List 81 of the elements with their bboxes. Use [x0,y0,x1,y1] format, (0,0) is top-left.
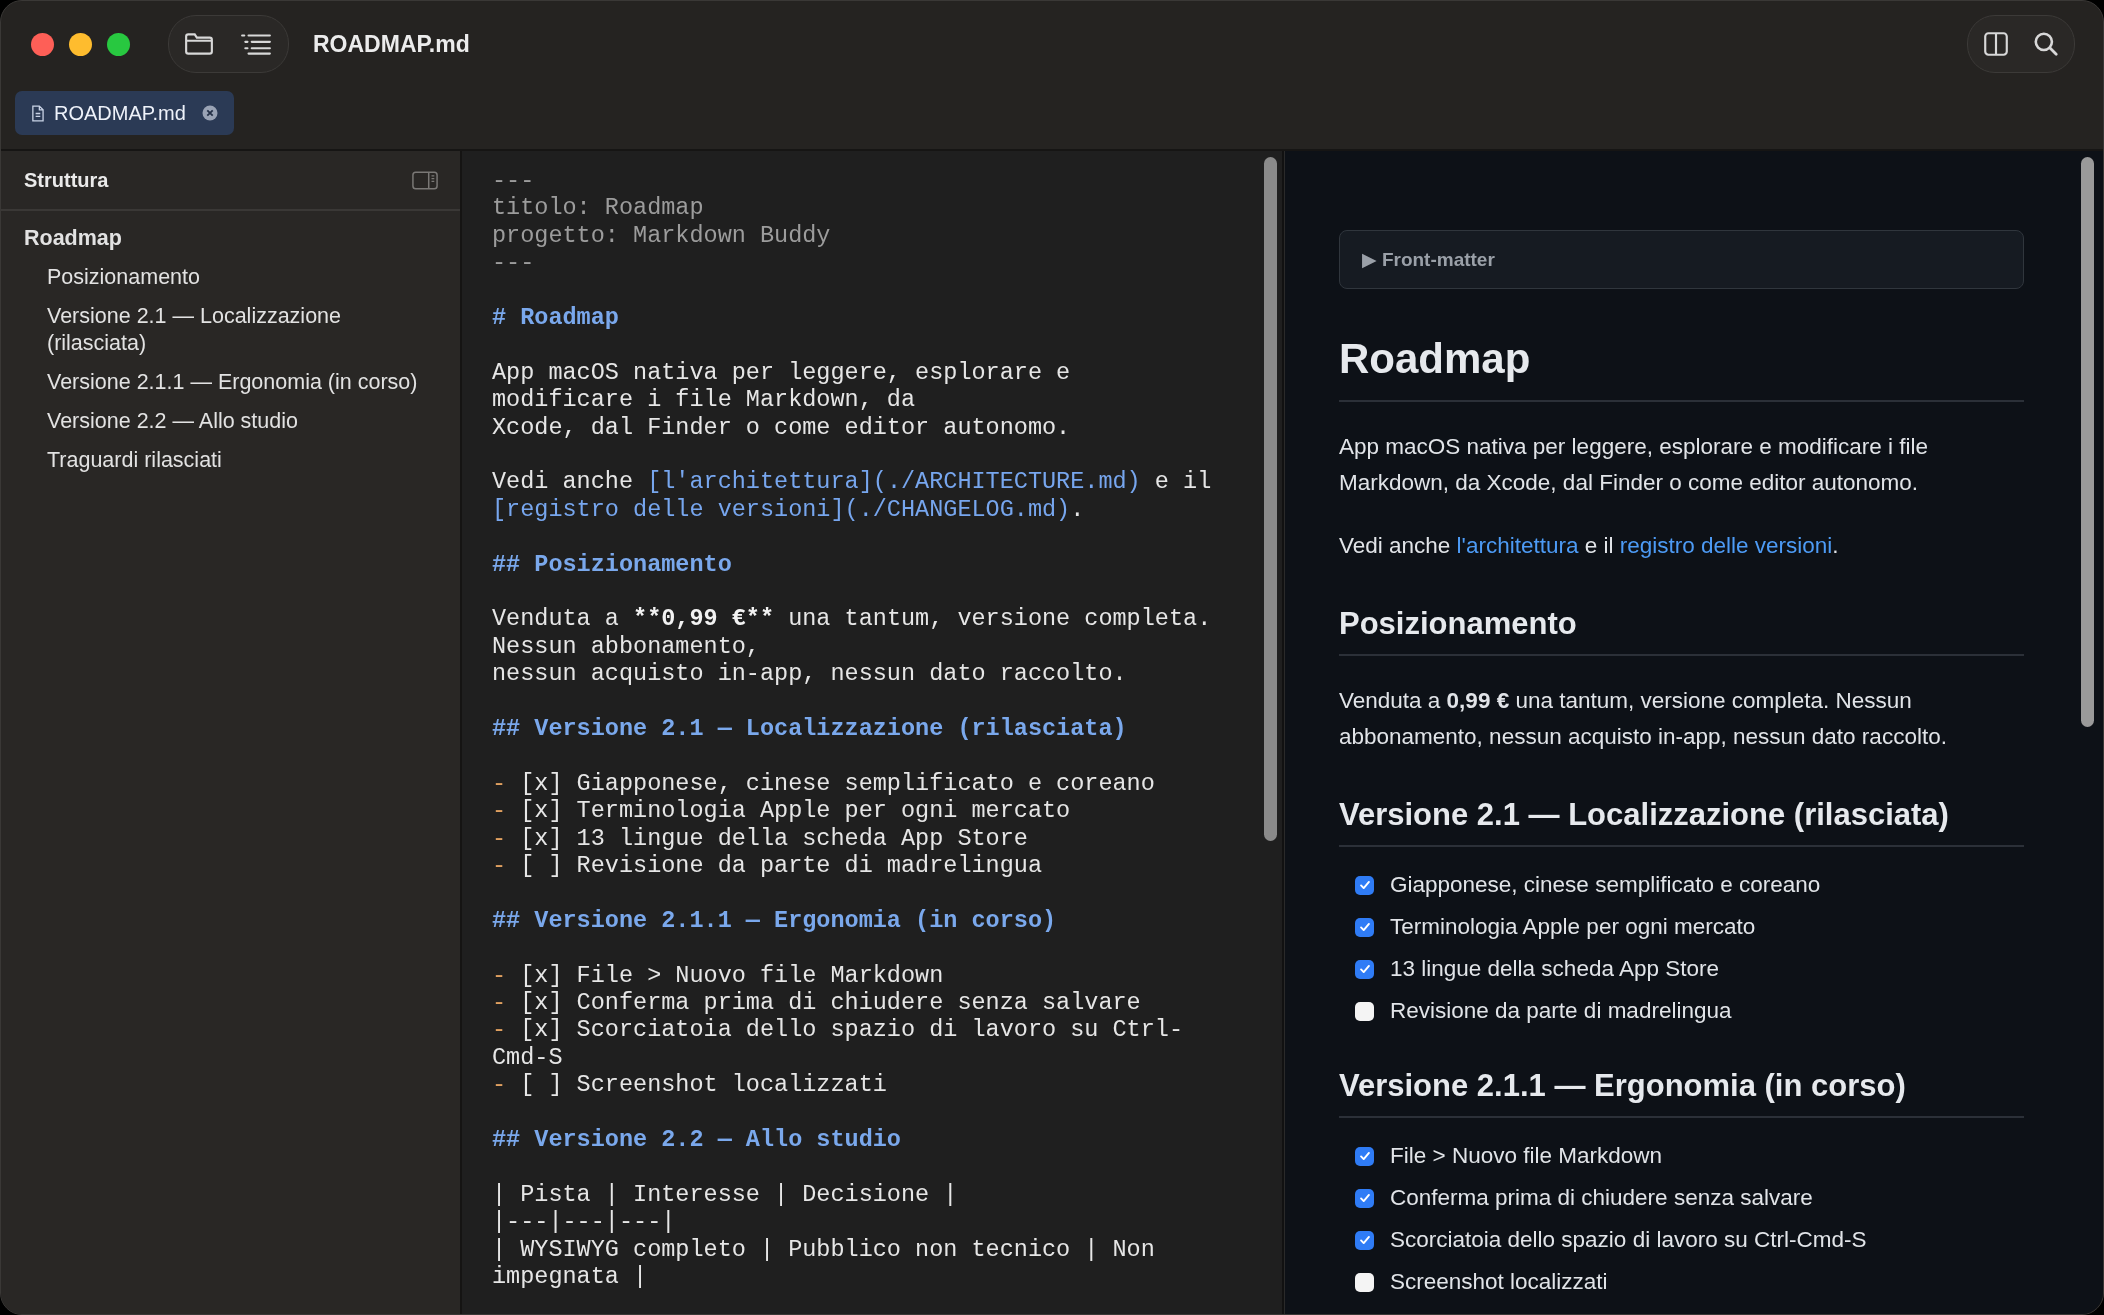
code-line: [registro delle versioni](./CHANGELOG.md). [492,495,1085,524]
sidebar-title: Struttura [24,168,109,192]
code-line: - [x] File > Nuovo file Markdown [492,961,944,990]
checkbox[interactable] [1355,875,1374,895]
document-icon [31,104,44,122]
code-line: |---|---|---| [492,1208,676,1236]
checkbox[interactable] [1355,959,1374,979]
code-line: Xcode, dal Finder o come editor autonomo. [492,413,1071,442]
task-label: Screenshot localizzati [1390,1268,1608,1296]
folder-icon[interactable] [184,31,214,57]
task-label: Terminologia Apple per ogni mercato [1390,913,1756,941]
checkmark-icon [1357,878,1372,892]
task-label: 13 lingue della scheda App Store [1390,955,1719,983]
task-label: Giapponese, cinese semplificato e coreano [1390,871,1821,899]
list-icon[interactable] [240,31,272,57]
code-line: | WYSIWYG completo | Pubblico non tecnico | Non [492,1235,1155,1264]
outline-item[interactable]: Traguardi rilasciati [24,447,440,474]
outline-item[interactable]: Versione 2.2 — Allo studio [24,408,440,435]
task-label: Revisione da parte di madrelingua [1390,997,1732,1025]
heading: Versione 2.1.1 — Ergonomia (in corso) [1339,1066,2024,1118]
task-label: Conferma prima di chiudere senza salvare [1390,1184,1813,1212]
code-line: App macOS nativa per leggere, esplorare e [492,358,1071,387]
heading: Roadmap [1339,334,2024,402]
paragraph: App macOS nativa per leggere, esplorare e modificare i file Markdown, da Xcode, dal Finder o come editor autonomo. [1339,433,1930,497]
code-line: - [x] Scorciatoia dello spazio di lavoro su Ctrl- [492,1016,1184,1044]
checkmark-icon [1357,920,1372,934]
code-line: modificare i file Markdown, da [492,386,916,414]
code-line: ## Versione 2.1.1 — Ergonomia (in corso) [492,906,1057,935]
checkmark-icon [1357,962,1372,976]
link[interactable]: l'architettura [1456,533,1579,558]
outline-item[interactable]: Posizionamento [24,264,440,291]
zoom-button[interactable] [107,32,130,56]
code-line: titolo: Roadmap [492,194,704,222]
code-line: Venduta a **0,99 €** una tantum, versione completa. [492,605,1212,633]
code-line: Nessun abbonamento, [492,632,760,661]
outline-item[interactable]: Versione 2.1.1 — Ergonomia (in corso) [24,369,440,396]
checkmark-icon [1357,1233,1372,1247]
code-line: ## Versione 2.2 — Allo studio [492,1126,901,1154]
code-line: --- [492,167,535,195]
code-line: - [ ] Screenshot localizzati [492,1071,887,1099]
checkbox[interactable] [1355,1272,1374,1292]
heading: Posizionamento [1339,604,2024,656]
checkbox[interactable] [1355,917,1374,937]
checkbox[interactable] [1355,1001,1374,1021]
checkbox[interactable] [1355,1230,1374,1250]
outline-item[interactable]: Roadmap [24,225,440,252]
checkmark-icon [1357,1149,1372,1163]
heading: Versione 2.1 — Localizzazione (rilasciata) [1339,795,2024,847]
sidebar-toggle-icon[interactable] [412,170,438,190]
window-title: ROADMAP.md [313,30,470,58]
code-line: - [x] 13 lingue della scheda App Store [492,824,1028,853]
close-button[interactable] [31,32,54,56]
code-line: - [x] Giapponese, cinese semplificato e coreano [492,769,1155,798]
code-line: # Roadmap [492,304,619,332]
code-line: - [ ] Revisione da parte di madrelingua [492,852,1042,880]
search-icon[interactable] [2032,30,2060,58]
close-icon[interactable] [201,105,218,121]
paragraph: Venduta a 0,99 € una tantum, versione completa. Nessun abbonamento, nessun acquisto in-app, nessun dato raccolto. [1339,687,1948,751]
split-view-icon[interactable] [1982,30,2010,58]
task-label: Scorciatoia dello spazio di lavoro su Ctrl-Cmd-S [1390,1226,1867,1254]
code-line: progetto: Markdown Buddy [492,221,831,250]
code-line: - [x] Terminologia Apple per ogni mercato [492,797,1071,825]
code-line: - [x] Conferma prima di chiudere senza salvare [492,989,1141,1017]
checkmark-icon [1357,1191,1372,1205]
code-line: | Pista | Interesse | Decisione | [492,1180,958,1209]
code-line: ## Versione 2.1 — Localizzazione (rilasciata) [492,715,1127,743]
paragraph: Vedi anche l'architettura e il registro delle versioni. [1339,532,1840,560]
code-line: ## Posizionamento [492,550,732,579]
checkbox[interactable] [1355,1146,1374,1166]
code-line: Vedi anche [l'architettura](./ARCHITECTURE.md) e il [492,468,1212,496]
file-tab[interactable]: ROADMAP.md [15,91,234,135]
outline-item[interactable]: Versione 2.1 — Localizzazione (rilasciata) [24,303,440,357]
code-line: nessun acquisto in-app, nessun dato raccolto. [492,660,1127,688]
code-line: Cmd-S [492,1043,563,1072]
task-label: File > Nuovo file Markdown [1390,1142,1662,1170]
minimize-button[interactable] [69,32,92,56]
checkbox[interactable] [1355,1188,1374,1208]
link[interactable]: registro delle versioni [1619,533,1833,558]
front-matter-toggle[interactable]: ▶ Front-matter [1339,230,2024,289]
code-line: --- [492,249,535,277]
code-line: impegnata | [492,1263,648,1291]
